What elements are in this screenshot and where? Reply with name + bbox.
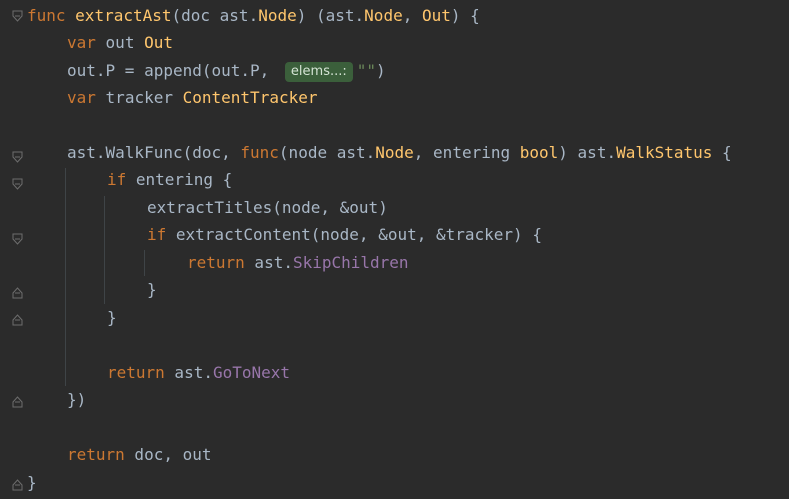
code-text: entering { — [126, 170, 233, 189]
code-line[interactable]: return doc, out — [67, 441, 212, 468]
constant: GoToNext — [212, 363, 291, 382]
keyword: return — [107, 363, 165, 382]
fold-end-marker-icon[interactable] — [12, 311, 23, 326]
code-line[interactable]: extractTitles(node, &out) — [147, 194, 388, 221]
fold-marker-icon[interactable] — [12, 175, 23, 190]
keyword: func — [27, 6, 66, 25]
code-text: ) { — [450, 6, 480, 25]
fold-end-marker-icon[interactable] — [12, 476, 23, 491]
code-line[interactable]: var out Out — [67, 29, 173, 56]
type-name: ContentTracker — [182, 88, 318, 107]
constant: SkipChildren — [292, 253, 409, 272]
fold-marker-icon[interactable] — [12, 148, 23, 163]
keyword: if — [107, 170, 127, 189]
string-literal: "" — [356, 61, 377, 80]
code-line[interactable]: if extractContent(node, &out, &tracker) … — [147, 221, 542, 248]
code-text: out.P = append(out.P, — [67, 61, 279, 80]
code-text: extractTitles(node, &out) — [147, 198, 388, 217]
code-line[interactable]: return ast.SkipChildren — [187, 249, 409, 276]
code-text: , entering — [413, 143, 520, 162]
code-line[interactable]: } — [27, 469, 37, 496]
indent-guide — [104, 196, 105, 304]
keyword: return — [67, 445, 125, 464]
type-name: Node — [364, 6, 403, 25]
code-text: } — [147, 280, 157, 299]
code-text: ast. — [244, 253, 293, 272]
fold-end-marker-icon[interactable] — [12, 284, 23, 299]
code-text: } — [27, 473, 37, 492]
function-name: extractAst — [75, 6, 172, 25]
code-text: ) ast. — [558, 143, 617, 162]
indent-guide — [65, 168, 66, 386]
variable: out — [105, 33, 135, 52]
code-text: ast.WalkFunc(doc, — [67, 143, 241, 162]
keyword: var — [67, 33, 96, 52]
fold-marker-icon[interactable] — [12, 7, 23, 22]
code-line[interactable]: var tracker ContentTracker — [67, 84, 317, 111]
keyword: if — [147, 225, 167, 244]
keyword: func — [240, 143, 279, 162]
code-line[interactable]: out.P = append(out.P, elems...: "") — [67, 57, 386, 84]
indent-guide — [144, 250, 145, 276]
code-line[interactable]: }) — [67, 386, 86, 413]
type-name: WalkStatus — [616, 143, 713, 162]
code-line[interactable]: return ast.GoToNext — [107, 359, 290, 386]
type-name: Out — [144, 33, 173, 52]
type-name: Out — [421, 6, 451, 25]
fold-marker-icon[interactable] — [12, 230, 23, 245]
code-text: ) (ast. — [296, 6, 365, 25]
type-name: Node — [258, 6, 297, 25]
code-text: }) — [67, 390, 87, 409]
code-line[interactable]: } — [147, 276, 157, 303]
code-text: (doc ast. — [171, 6, 259, 25]
code-text: } — [107, 308, 117, 327]
code-text: { — [712, 143, 732, 162]
code-line[interactable]: ast.WalkFunc(doc, func(node ast.Node, en… — [67, 139, 732, 166]
type-name: Node — [375, 143, 414, 162]
code-text: doc, out — [124, 445, 212, 464]
code-text: ast. — [164, 363, 213, 382]
keyword: return — [187, 253, 245, 272]
variable: tracker — [105, 88, 173, 107]
code-editor[interactable]: func extractAst(doc ast.Node) (ast.Node,… — [0, 0, 789, 499]
parameter-hint: elems...: — [284, 61, 353, 82]
fold-end-marker-icon[interactable] — [12, 393, 23, 408]
code-text: (node ast. — [278, 143, 376, 162]
code-text: ) — [376, 61, 386, 80]
type-name: bool — [519, 143, 559, 162]
code-text: , — [402, 6, 422, 25]
editor-gutter — [0, 0, 26, 499]
code-line[interactable]: } — [107, 304, 117, 331]
code-line[interactable]: if entering { — [107, 166, 232, 193]
code-text: extractContent(node, &out, &tracker) { — [166, 225, 542, 244]
code-line[interactable]: func extractAst(doc ast.Node) (ast.Node,… — [27, 2, 480, 29]
keyword: var — [67, 88, 96, 107]
